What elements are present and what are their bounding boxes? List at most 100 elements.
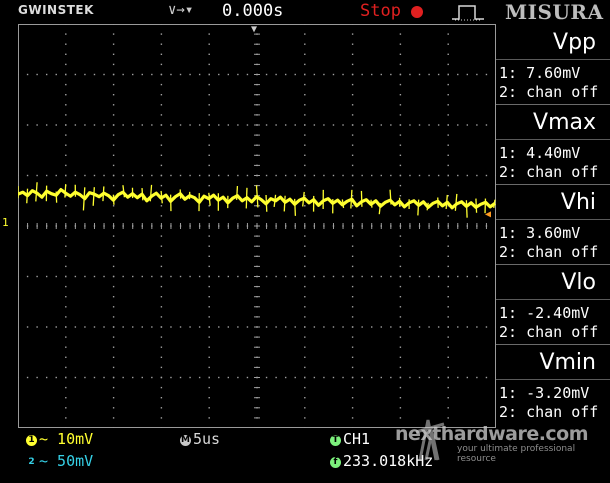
grid-dot (160, 83, 163, 86)
grid-dot (65, 397, 67, 399)
grid-dot (112, 114, 115, 116)
grid-dot (399, 24, 402, 25)
grid-dot (399, 356, 402, 358)
grid-dot (447, 306, 449, 308)
measurement-vmax[interactable]: Vmax 1: 4.40mV 2: chan off (496, 104, 610, 185)
grid-dot (84, 73, 86, 76)
grid-dot (313, 174, 316, 177)
grid-dot (26, 326, 29, 328)
grid-dot (160, 104, 163, 106)
grid-dot (160, 386, 163, 389)
grid-dot (275, 326, 277, 328)
grid-dot (112, 73, 115, 76)
grid-dot (208, 296, 210, 298)
measurement-title: Vmin (539, 350, 596, 375)
grid-dot (399, 124, 402, 126)
grid-dot (160, 285, 163, 288)
grid-dot (275, 275, 277, 278)
grid-dot (342, 174, 344, 177)
grid-dot (447, 33, 449, 35)
grid-dot (189, 326, 191, 328)
measurement-vlo[interactable]: Vlo 1: -2.40mV 2: chan off (496, 264, 610, 345)
measurement-vhi[interactable]: Vhi 1: 3.60mV 2: chan off (496, 184, 610, 265)
grid-dot (189, 174, 191, 177)
grid-dot (112, 154, 115, 156)
grid-dot (208, 33, 210, 35)
grid-dot (208, 346, 210, 348)
ch1-noise-spike (273, 194, 277, 208)
grid-dot (65, 235, 67, 237)
grid-dot (323, 376, 325, 379)
grid-dot (160, 336, 163, 338)
grid-dot (151, 275, 153, 278)
grid-dot (332, 174, 335, 177)
grid-dot (208, 53, 210, 55)
grid-dot (65, 83, 67, 86)
grid-dot (45, 376, 48, 379)
grid-dot (447, 24, 449, 25)
stop-indicator-icon (411, 6, 423, 18)
grid-dot (237, 326, 239, 328)
grid-dot (160, 205, 163, 207)
grid-dot (380, 174, 382, 177)
grid-dot (476, 376, 478, 379)
grid-dot (112, 316, 115, 318)
grid-dot (390, 174, 392, 177)
grid-dot (304, 296, 306, 298)
grid-dot (332, 124, 335, 126)
grid-dot (399, 245, 402, 247)
grid-dot (208, 184, 210, 187)
grid-dot (351, 24, 354, 25)
grid-dot (208, 124, 210, 126)
timebase-value: 5us (193, 430, 221, 448)
measurement-ch2-value: 2: chan off (499, 83, 599, 101)
grid-dot (466, 275, 469, 278)
grid-dot (399, 53, 402, 55)
grid-dot (399, 94, 402, 96)
ch1-noise-spike (465, 200, 468, 218)
grid-dot (141, 326, 143, 328)
grid-dot (65, 366, 67, 369)
grid-dot (351, 73, 354, 76)
grid-dot (208, 144, 210, 146)
grid-dot (237, 174, 239, 177)
grid-dot (399, 265, 402, 268)
grid-dot (65, 63, 67, 66)
grid-dot (112, 144, 115, 146)
grid-dot (418, 376, 421, 379)
grid-dot (371, 275, 373, 278)
grid-dot (418, 275, 421, 278)
grid-dot (65, 164, 67, 167)
grid-dot (141, 124, 143, 126)
grid-dot (351, 336, 354, 338)
grid-dot (246, 376, 249, 379)
grid-dot (65, 215, 67, 217)
ch1-vertical-scale[interactable]: 1 ~ 10mV (26, 430, 93, 448)
grid-dot (371, 73, 373, 76)
grid-dot (208, 43, 210, 45)
grid-dot (36, 275, 38, 278)
grid-dot (380, 275, 382, 278)
trigger-source-readout[interactable]: T CH1 (330, 430, 370, 448)
grid-dot (418, 174, 421, 177)
grid-dot (399, 184, 402, 187)
grid-dot (476, 174, 478, 177)
grid-dot (65, 316, 67, 318)
grid-dot (122, 174, 124, 177)
grid-dot (55, 124, 57, 126)
grid-dot (112, 336, 115, 338)
timebase-readout[interactable]: M 5us (180, 430, 220, 448)
ch2-vertical-scale[interactable]: 2 ~ 50mV (26, 452, 93, 470)
grid-dot (457, 376, 459, 379)
grid-dot (74, 275, 77, 278)
measurement-vpp[interactable]: Vpp 1: 7.60mV 2: chan off (496, 24, 610, 105)
grid-dot (457, 124, 459, 126)
grid-dot (208, 63, 210, 66)
ch1-noise-spike (265, 194, 268, 212)
grid-dot (428, 376, 430, 379)
ch1-noise-spike (445, 194, 448, 210)
grid-dot (332, 326, 335, 328)
grid-dot (447, 104, 449, 106)
grid-dot (361, 124, 363, 126)
grid-dot (304, 124, 306, 126)
